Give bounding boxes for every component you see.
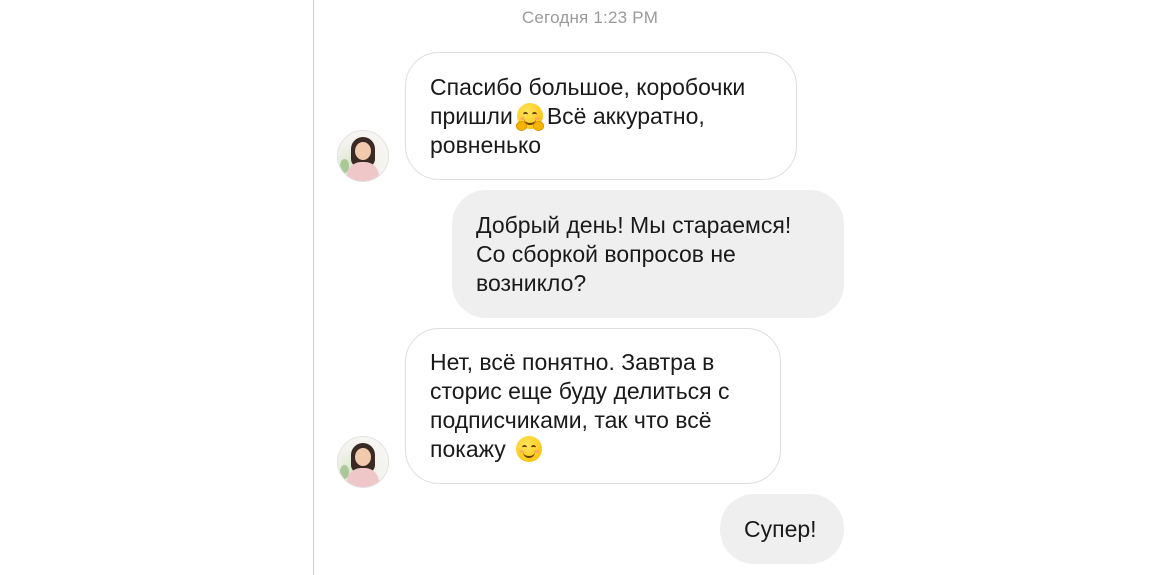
outgoing-message-bubble[interactable]: Супер!	[720, 494, 844, 564]
pane-divider	[313, 0, 314, 575]
message-timestamp: Сегодня 1:23 PM	[521, 8, 659, 27]
message-text: Спасибо большое, коробочки пришли Всё акку…	[430, 73, 746, 158]
smiling-face-emoji-icon	[516, 436, 543, 462]
incoming-message-bubble[interactable]: Спасибо большое, коробочки пришли Всё акку…	[405, 52, 797, 180]
contact-avatar[interactable]	[337, 436, 389, 488]
message-text: Добрый день! Мы стараемся! Со сборкой во…	[476, 211, 792, 296]
incoming-message-bubble[interactable]: Нет, всё понятно. Завтра в сторис еще буд…	[405, 328, 781, 484]
outgoing-message-bubble[interactable]: Добрый день! Мы стараемся! Со сборкой во…	[452, 190, 844, 318]
contact-avatar[interactable]	[337, 130, 389, 182]
hugging-face-emoji-icon	[515, 102, 544, 131]
chat-window: Сегодня 1:23 PM Спасибо большое, коробоч…	[0, 0, 1176, 575]
message-text: Супер!	[744, 515, 817, 542]
message-text: Нет, всё понятно. Завтра в сторис еще буд…	[430, 349, 730, 462]
